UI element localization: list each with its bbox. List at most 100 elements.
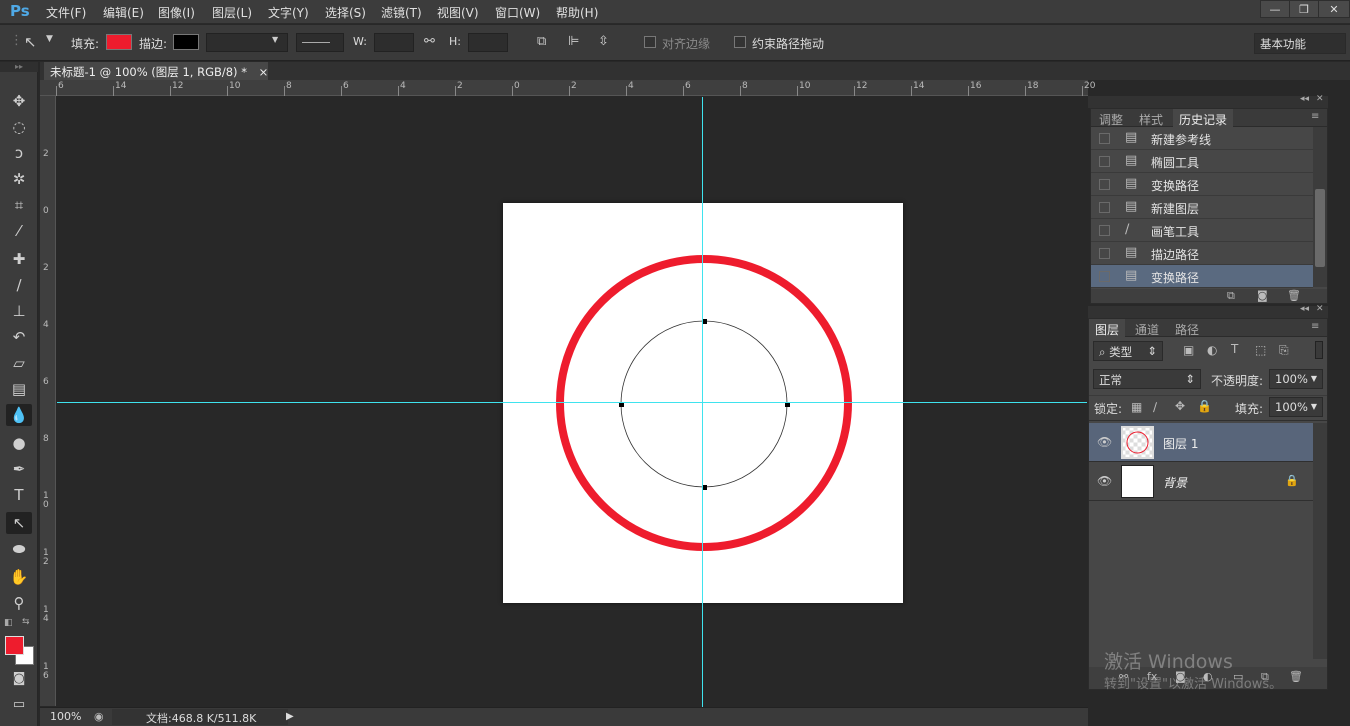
zoom-tool-icon[interactable]: ⚲: [6, 592, 32, 614]
history-item[interactable]: ▤ 新建图层: [1091, 196, 1313, 219]
swap-colors-icon[interactable]: ⇆: [22, 617, 30, 627]
filter-type-icon[interactable]: T: [1231, 342, 1238, 356]
trash-icon[interactable]: 🗑: [1287, 289, 1301, 302]
close-panel-icon[interactable]: ✕: [1316, 304, 1324, 314]
path-arrangement-icon[interactable]: ⇳: [598, 34, 609, 49]
menu-filter[interactable]: 滤镜(T): [381, 4, 422, 21]
eyedropper-tool-icon[interactable]: ⁄: [6, 220, 32, 242]
close-window-button[interactable]: ✕: [1318, 0, 1350, 18]
blend-mode-dropdown[interactable]: 正常 ⇕: [1093, 369, 1201, 389]
tab-history[interactable]: 历史记录: [1173, 109, 1234, 127]
tab-layers[interactable]: 图层: [1089, 319, 1126, 337]
filter-smart-object-icon[interactable]: ⎘: [1279, 343, 1289, 358]
close-panel-icon[interactable]: ✕: [1316, 94, 1324, 104]
chevron-down-icon[interactable]: ▼: [46, 34, 53, 44]
menu-window[interactable]: 窗口(W): [495, 4, 540, 21]
layer-row-background[interactable]: 👁 背景 🔒: [1089, 462, 1313, 501]
zoom-level[interactable]: 100%: [50, 710, 81, 723]
link-icon[interactable]: ⚯: [424, 34, 435, 49]
menu-type[interactable]: 文字(Y): [268, 4, 309, 21]
height-input[interactable]: [468, 33, 508, 52]
visibility-eye-icon[interactable]: 👁: [1097, 474, 1112, 488]
align-edges-checkbox[interactable]: [644, 36, 656, 48]
menu-edit[interactable]: 编辑(E): [103, 4, 144, 21]
history-item[interactable]: ▤ 描边路径: [1091, 242, 1313, 265]
history-item-selected[interactable]: ▤ 变换路径: [1091, 265, 1313, 288]
layer-row-layer1[interactable]: 👁 图层 1: [1089, 423, 1313, 462]
restore-button[interactable]: ❐: [1289, 0, 1319, 18]
menu-layer[interactable]: 图层(L): [212, 4, 252, 21]
pen-tool-icon[interactable]: ✒: [6, 458, 32, 480]
tab-paths[interactable]: 路径: [1169, 319, 1205, 337]
hand-tool-icon[interactable]: ✋: [6, 566, 32, 588]
constrain-path-checkbox[interactable]: [734, 36, 746, 48]
stroke-color-swatch[interactable]: [173, 34, 199, 50]
collapse-panel-icon[interactable]: ◂◂: [1300, 94, 1309, 104]
camera-icon[interactable]: ◙: [1257, 289, 1268, 302]
direct-select-tool-icon[interactable]: ↖: [24, 33, 37, 51]
lock-transparent-icon[interactable]: ▦: [1131, 400, 1142, 414]
blur-tool-icon[interactable]: 💧: [6, 404, 32, 426]
dodge-tool-icon[interactable]: ●: [6, 432, 32, 454]
lock-position-icon[interactable]: ✥: [1175, 399, 1185, 413]
history-source-checkbox[interactable]: [1099, 202, 1110, 213]
chevron-down-icon[interactable]: ▼: [272, 35, 278, 44]
lasso-tool-icon[interactable]: ↄ: [6, 142, 32, 164]
history-item[interactable]: ▤ 新建参考线: [1091, 127, 1313, 150]
lock-image-icon[interactable]: ∕: [1153, 400, 1157, 414]
crop-tool-icon[interactable]: ⌗: [6, 194, 32, 216]
width-input[interactable]: [374, 33, 414, 52]
opacity-field[interactable]: 100% ▼: [1269, 369, 1323, 389]
history-scrollbar[interactable]: [1313, 127, 1327, 287]
filter-pixel-icon[interactable]: ▣: [1183, 343, 1194, 357]
document-canvas[interactable]: [503, 203, 903, 603]
toolbar-collapse-icon[interactable]: ▸▸: [0, 62, 38, 72]
tab-adjustments[interactable]: 调整: [1093, 109, 1129, 127]
layer-name[interactable]: 图层 1: [1163, 435, 1198, 452]
default-colors-icon[interactable]: ◧: [4, 618, 13, 628]
document-tab[interactable]: 未标题-1 @ 100% (图层 1, RGB/8) * ×: [44, 62, 268, 80]
new-document-from-state-icon[interactable]: ⧉: [1227, 289, 1235, 303]
path-alignment-icon[interactable]: ⊫: [568, 34, 579, 49]
horizontal-guide[interactable]: [57, 402, 1087, 403]
history-item[interactable]: ▤ 椭圆工具: [1091, 150, 1313, 173]
screen-mode-icon[interactable]: ▭: [6, 694, 32, 716]
history-item[interactable]: ▤ 变换路径: [1091, 173, 1313, 196]
clone-stamp-tool-icon[interactable]: ⊥: [6, 300, 32, 322]
trash-icon[interactable]: 🗑: [1289, 670, 1303, 683]
brush-tool-icon[interactable]: ∕: [6, 274, 32, 296]
close-tab-icon[interactable]: ×: [259, 65, 269, 79]
history-source-checkbox[interactable]: [1099, 248, 1110, 259]
panel-menu-icon[interactable]: ≡: [1311, 321, 1319, 332]
minimize-button[interactable]: —: [1260, 0, 1290, 18]
history-source-checkbox[interactable]: [1099, 156, 1110, 167]
quick-mask-icon[interactable]: ◙: [6, 668, 32, 690]
type-tool-icon[interactable]: T: [6, 484, 32, 506]
history-source-checkbox[interactable]: [1099, 225, 1110, 236]
filter-toggle-switch[interactable]: [1315, 341, 1323, 359]
eraser-tool-icon[interactable]: ▱: [6, 352, 32, 374]
history-item[interactable]: ∕ 画笔工具: [1091, 219, 1313, 242]
marquee-tool-icon[interactable]: ◌: [6, 116, 32, 138]
menu-file[interactable]: 文件(F): [46, 4, 86, 21]
collapse-panel-icon[interactable]: ◂◂: [1300, 304, 1309, 314]
path-selection-tool-icon[interactable]: ↖: [6, 512, 32, 534]
path-operations-icon[interactable]: ⧉: [537, 34, 546, 49]
menu-image[interactable]: 图像(I): [158, 4, 195, 21]
workspace-switcher[interactable]: 基本功能: [1254, 33, 1346, 54]
fill-field[interactable]: 100% ▼: [1269, 397, 1323, 417]
history-source-checkbox[interactable]: [1099, 133, 1110, 144]
gradient-tool-icon[interactable]: ▤: [6, 378, 32, 400]
menu-view[interactable]: 视图(V): [437, 4, 479, 21]
history-source-checkbox[interactable]: [1099, 179, 1110, 190]
panel-menu-icon[interactable]: ≡: [1311, 111, 1319, 122]
history-brush-tool-icon[interactable]: ↶: [6, 326, 32, 348]
ellipse-tool-icon[interactable]: ⬬: [6, 538, 32, 560]
menu-select[interactable]: 选择(S): [325, 4, 366, 21]
layers-scrollbar[interactable]: [1313, 423, 1327, 659]
filter-shape-icon[interactable]: ⬚: [1255, 343, 1266, 357]
layer-name[interactable]: 背景: [1163, 474, 1187, 491]
healing-brush-tool-icon[interactable]: ✚: [6, 248, 32, 270]
status-menu-arrow-icon[interactable]: ▶: [286, 711, 294, 722]
ellipse-path[interactable]: [620, 320, 788, 488]
